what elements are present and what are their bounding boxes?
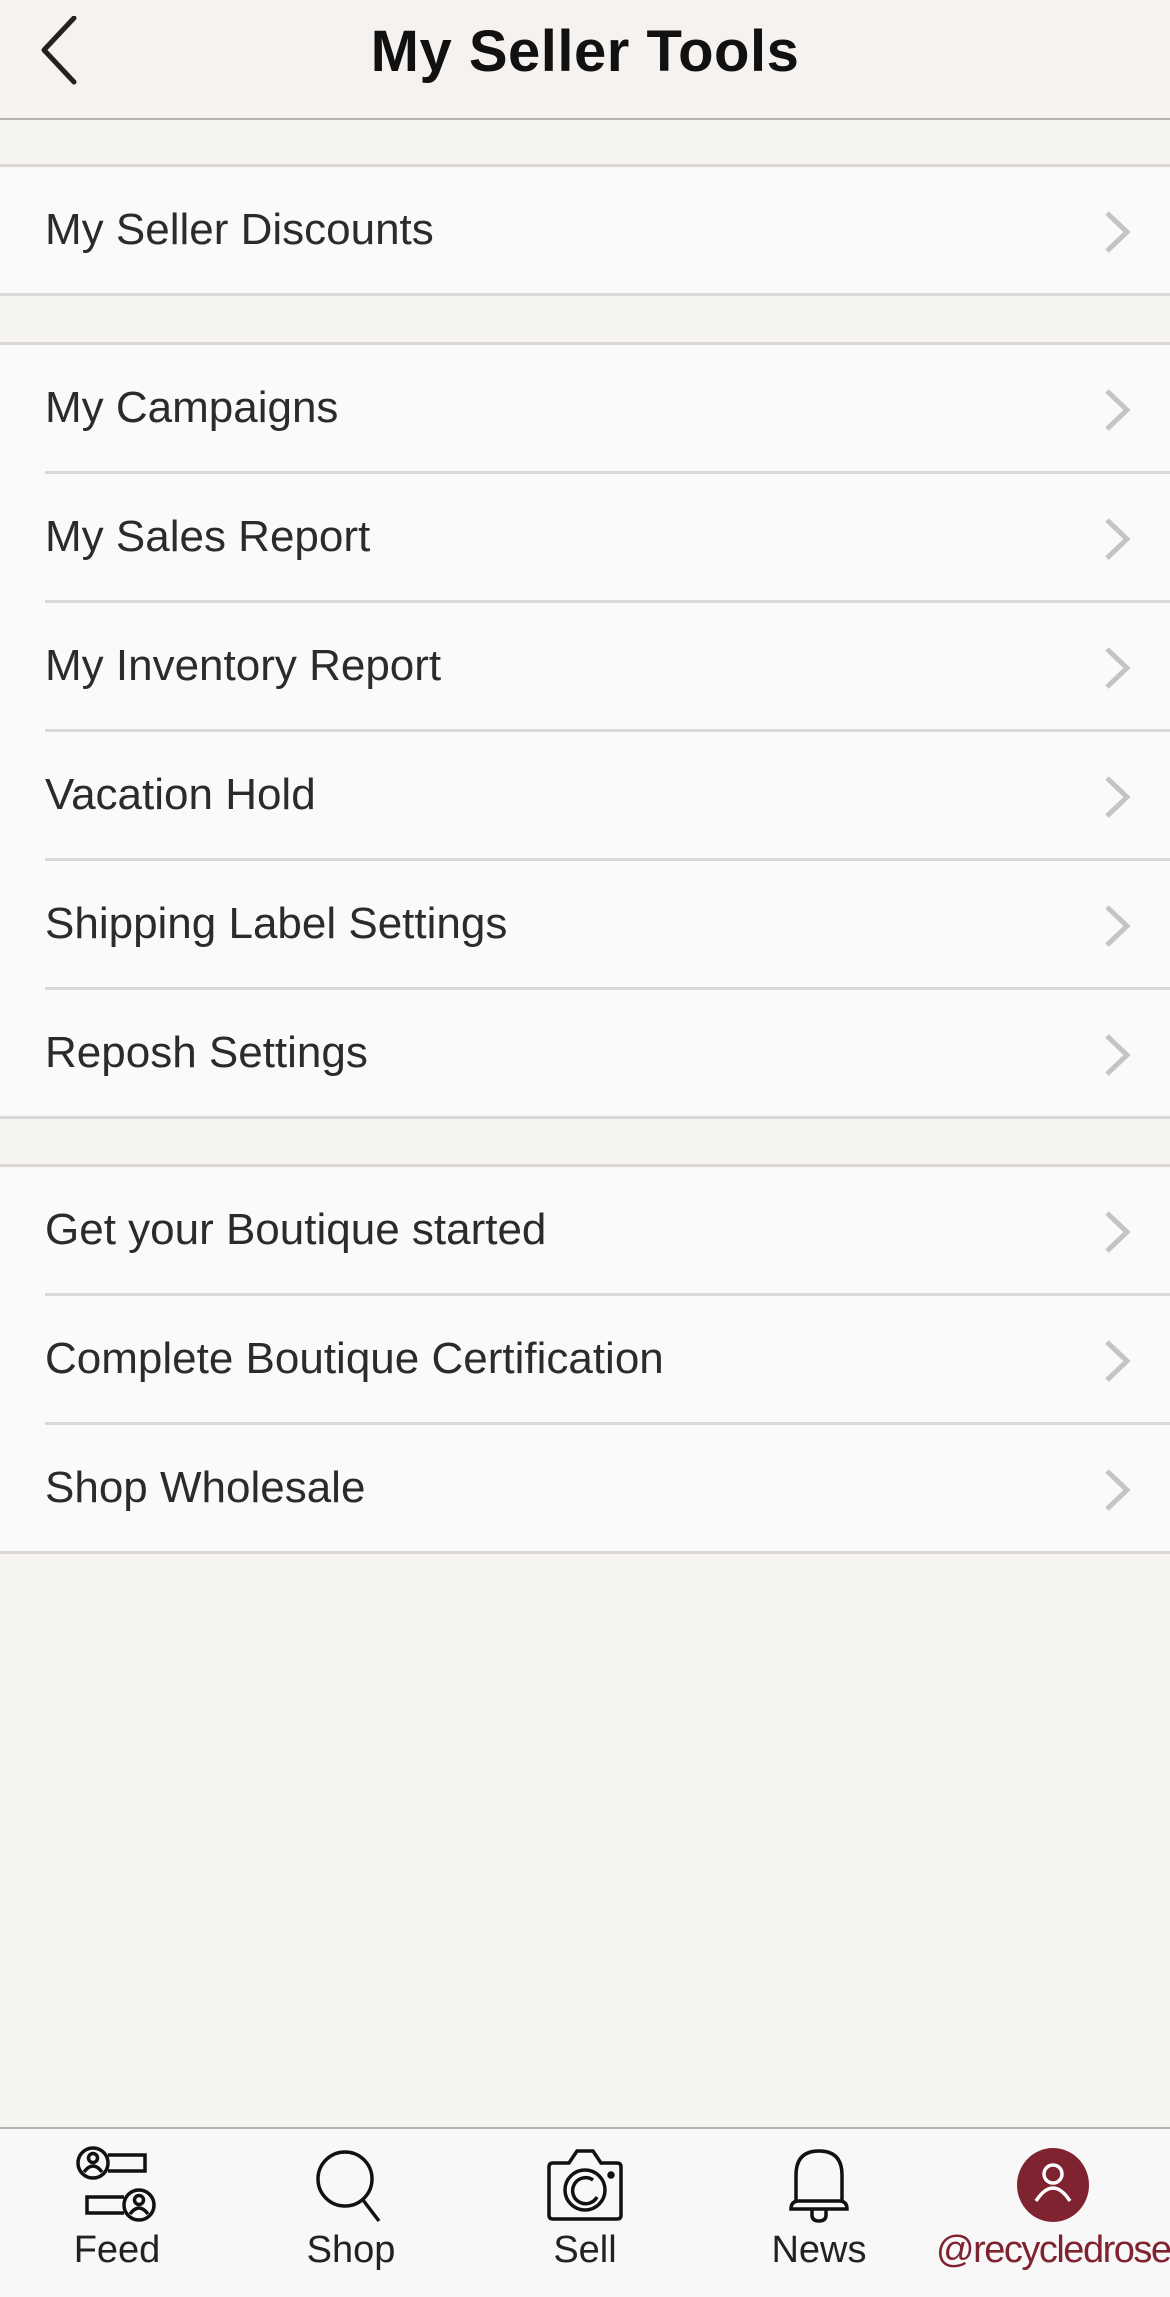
section-discounts: My Seller Discounts — [0, 164, 1170, 296]
menu-item-label: My Seller Discounts — [45, 205, 434, 254]
menu-item-boutique-started[interactable]: Get your Boutique started — [45, 1167, 1170, 1296]
bottom-tab-bar: Feed Shop Sell News @recycledroses — [0, 2127, 1170, 2297]
chevron-right-icon — [1105, 905, 1131, 947]
tab-profile[interactable]: @recycledroses — [936, 2129, 1170, 2297]
nav-header: My Seller Tools — [0, 0, 1170, 120]
menu-item-reposh-settings[interactable]: Reposh Settings — [45, 990, 1170, 1116]
chevron-right-icon — [1105, 389, 1131, 431]
menu-item-campaigns[interactable]: My Campaigns — [45, 345, 1170, 474]
chevron-right-icon — [1105, 776, 1131, 818]
tab-shop[interactable]: Shop — [234, 2129, 468, 2297]
menu-item-sales-report[interactable]: My Sales Report — [45, 474, 1170, 603]
chevron-right-icon — [1105, 1211, 1131, 1253]
menu-item-inventory-report[interactable]: My Inventory Report — [45, 603, 1170, 732]
tab-label: Feed — [73, 2229, 161, 2271]
tab-label: Sell — [553, 2229, 617, 2271]
chevron-right-icon — [1105, 1340, 1131, 1382]
chevron-right-icon — [1105, 1469, 1131, 1511]
menu-item-label: Reposh Settings — [45, 1028, 368, 1077]
chevron-right-icon — [1105, 211, 1131, 253]
section-boutique: Get your Boutique started Complete Bouti… — [0, 1164, 1170, 1554]
tab-sell[interactable]: Sell — [468, 2129, 702, 2297]
menu-item-label: Vacation Hold — [45, 770, 316, 819]
profile-avatar-icon — [1017, 2148, 1089, 2222]
menu-item-boutique-certification[interactable]: Complete Boutique Certification — [45, 1296, 1170, 1425]
chevron-right-icon — [1105, 647, 1131, 689]
feed-icon — [76, 2146, 156, 2222]
menu-item-label: Complete Boutique Certification — [45, 1334, 664, 1383]
menu-item-vacation-hold[interactable]: Vacation Hold — [45, 732, 1170, 861]
bell-icon — [789, 2149, 849, 2223]
tab-label: @recycledroses — [936, 2229, 1170, 2271]
section-seller-tools: My Campaigns My Sales Report My Inventor… — [0, 342, 1170, 1119]
tab-label: News — [771, 2229, 867, 2271]
chevron-right-icon — [1105, 518, 1131, 560]
menu-item-label: My Inventory Report — [45, 641, 442, 690]
tab-label: Shop — [306, 2229, 396, 2271]
chevron-right-icon — [1105, 1034, 1131, 1076]
menu-item-label: Shipping Label Settings — [45, 899, 508, 948]
menu-item-shop-wholesale[interactable]: Shop Wholesale — [45, 1425, 1170, 1551]
camera-icon — [547, 2149, 623, 2221]
tab-feed[interactable]: Feed — [0, 2129, 234, 2297]
menu-item-label: My Campaigns — [45, 383, 339, 432]
page-title: My Seller Tools — [370, 19, 800, 84]
tab-news[interactable]: News — [702, 2129, 936, 2297]
menu-item-label: My Sales Report — [45, 512, 371, 561]
menu-item-shipping-label-settings[interactable]: Shipping Label Settings — [45, 861, 1170, 990]
menu-item-label: Shop Wholesale — [45, 1463, 366, 1512]
menu-item-seller-discounts[interactable]: My Seller Discounts — [45, 167, 1170, 293]
menu-item-label: Get your Boutique started — [45, 1205, 547, 1254]
search-icon — [316, 2150, 381, 2223]
